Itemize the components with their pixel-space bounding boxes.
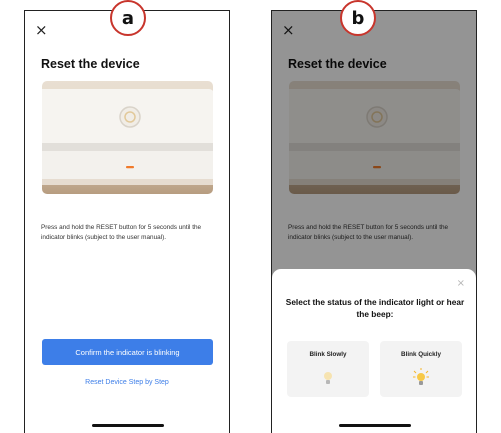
close-icon[interactable]: ×	[35, 23, 48, 38]
home-indicator	[339, 424, 411, 427]
device-photo	[42, 81, 213, 194]
sheet-title: Select the status of the indicator light…	[285, 297, 465, 319]
indicator-status-sheet: × Select the status of the indicator lig…	[272, 269, 476, 433]
confirm-blinking-button[interactable]: Confirm the indicator is blinking	[42, 339, 213, 365]
label-badge-a: a	[110, 0, 146, 36]
bulb-dim-icon	[324, 372, 332, 384]
blink-slowly-option[interactable]: Blink Slowly	[287, 341, 369, 397]
option-label: Blink Slowly	[309, 351, 347, 358]
bulb-lit-icon	[413, 368, 429, 385]
phone-screen-b: × Reset the device Press and hold the RE…	[271, 10, 477, 433]
page-title: Reset the device	[41, 57, 140, 71]
sheet-close-icon[interactable]: ×	[457, 279, 465, 289]
phone-screen-a: × Reset the device Press and hold the RE…	[24, 10, 230, 433]
instruction-text: Press and hold the RESET button for 5 se…	[41, 224, 202, 241]
blink-quickly-option[interactable]: Blink Quickly	[380, 341, 462, 397]
label-badge-b: b	[340, 0, 376, 36]
reset-step-by-step-link[interactable]: Reset Device Step by Step	[25, 379, 229, 386]
option-label: Blink Quickly	[401, 351, 441, 358]
home-indicator	[92, 424, 164, 427]
